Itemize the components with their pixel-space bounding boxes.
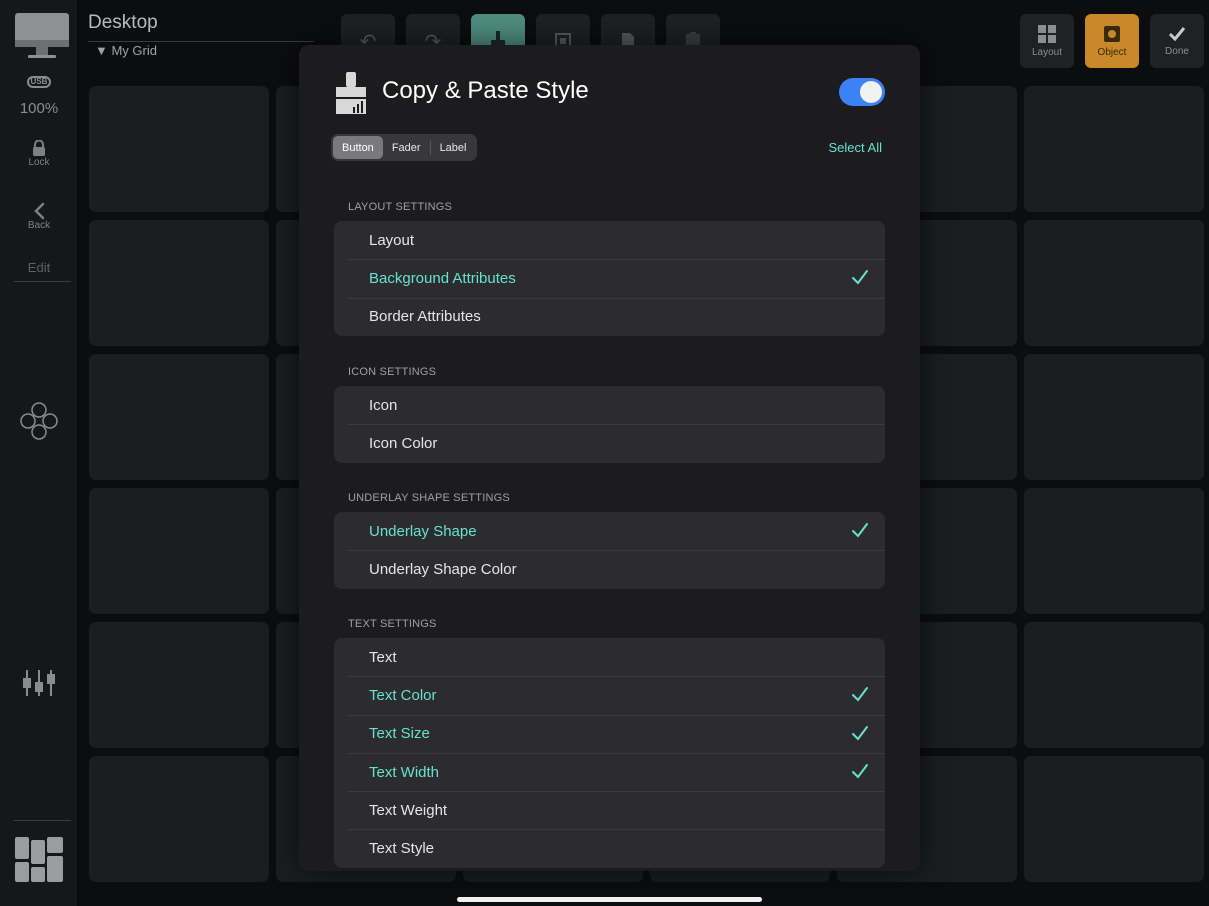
checkmark-icon xyxy=(852,270,868,285)
setting-label: Text Size xyxy=(369,725,430,743)
usb-icon: USB xyxy=(27,76,51,88)
setting-label: Text Style xyxy=(369,840,435,858)
settings-group: Text Text Color Text Size Text Width Text We… xyxy=(334,638,885,868)
grid-cell[interactable] xyxy=(89,488,269,614)
zoom-level: 100% xyxy=(19,100,59,117)
setting-row[interactable]: Text xyxy=(334,638,885,676)
section-header: ICON SETTINGS xyxy=(348,366,437,378)
left-sidebar: USB 100% Lock Back Edit xyxy=(0,0,78,906)
setting-label: Background Attributes xyxy=(369,269,516,287)
joystick-button[interactable] xyxy=(0,402,78,440)
done-label: Done xyxy=(1165,45,1189,57)
object-type-segmented-control: Button Fader Label xyxy=(331,134,478,161)
back-button[interactable]: Back xyxy=(0,202,78,231)
copy-paste-style-dialog: Copy & Paste Style Button Fader Label Se… xyxy=(299,45,920,871)
grid-cell[interactable] xyxy=(89,622,269,748)
grid-cell[interactable] xyxy=(1024,220,1204,346)
setting-label: Underlay Shape Color xyxy=(369,560,517,578)
setting-label: Layout xyxy=(369,231,415,249)
enable-toggle[interactable] xyxy=(839,78,885,106)
mixer-button[interactable] xyxy=(0,668,78,698)
setting-row[interactable]: Icon xyxy=(334,386,885,424)
setting-label: Underlay Shape xyxy=(369,522,477,540)
grid-cell[interactable] xyxy=(89,220,269,346)
title-underline xyxy=(88,41,314,42)
layout-label: Layout xyxy=(1031,46,1063,58)
setting-row[interactable]: Text Color xyxy=(334,676,885,714)
grid-icon xyxy=(1038,24,1056,43)
done-button[interactable]: Done xyxy=(1150,14,1204,68)
setting-row[interactable]: Border Attributes xyxy=(334,297,885,336)
select-all-button[interactable]: Select All xyxy=(829,140,882,155)
lock-label: Lock xyxy=(28,157,50,168)
toggle-knob xyxy=(860,81,882,103)
grid-switch-button[interactable] xyxy=(0,836,78,884)
setting-label: Text Color xyxy=(369,686,437,704)
grid-layout-icon xyxy=(15,837,63,882)
segment-label[interactable]: Label xyxy=(431,136,476,159)
grid-cell[interactable] xyxy=(89,86,269,212)
setting-row[interactable]: Text Style xyxy=(334,829,885,867)
object-button[interactable]: Object xyxy=(1085,14,1139,68)
grid-selector[interactable]: ▼ My Grid xyxy=(95,43,157,58)
dialog-title: Copy & Paste Style xyxy=(382,77,589,104)
setting-label: Text xyxy=(369,648,397,666)
section-header: TEXT SETTINGS xyxy=(348,618,437,630)
setting-row[interactable]: Background Attributes xyxy=(334,259,885,297)
chevron-left-icon xyxy=(34,202,45,220)
section-header: UNDERLAY SHAPE SETTINGS xyxy=(348,492,510,504)
faders-icon xyxy=(23,670,55,696)
layout-button[interactable]: Layout xyxy=(1020,14,1074,68)
setting-row[interactable]: Text Width xyxy=(334,752,885,791)
checkmark-icon xyxy=(852,725,868,741)
setting-label: Text Weight xyxy=(369,801,448,819)
page-title: Desktop xyxy=(88,12,158,33)
settings-group: Icon Icon Color xyxy=(334,386,885,463)
grid-cell[interactable] xyxy=(1024,86,1204,212)
section-header: LAYOUT SETTINGS xyxy=(348,201,453,213)
grid-cell[interactable] xyxy=(1024,622,1204,748)
edit-label[interactable]: Edit xyxy=(0,260,78,275)
dpad-icon xyxy=(20,402,58,440)
setting-row[interactable]: Text Weight xyxy=(334,791,885,829)
paint-brush-icon xyxy=(336,72,366,114)
object-icon xyxy=(1104,25,1120,42)
object-label: Object xyxy=(1097,46,1127,58)
divider xyxy=(14,281,71,282)
setting-label: Icon Color xyxy=(369,434,438,452)
lock-icon xyxy=(33,140,45,156)
grid-cell[interactable] xyxy=(1024,488,1204,614)
setting-row[interactable]: Layout xyxy=(334,221,885,259)
grid-cell[interactable] xyxy=(89,354,269,480)
divider xyxy=(14,820,71,821)
segment-button[interactable]: Button xyxy=(333,136,383,159)
checkmark-icon xyxy=(852,763,868,779)
setting-row[interactable]: Text Size xyxy=(334,714,885,753)
lock-button[interactable]: Lock xyxy=(0,140,78,168)
setting-label: Border Attributes xyxy=(369,308,481,326)
grid-cell[interactable] xyxy=(1024,354,1204,480)
setting-row[interactable]: Underlay Shape xyxy=(334,512,885,550)
usb-indicator: USB xyxy=(0,76,78,88)
monitor-icon[interactable] xyxy=(14,12,70,60)
checkmark-icon xyxy=(1168,26,1186,41)
settings-group: Layout Background Attributes Border Attrib… xyxy=(334,221,885,336)
setting-row[interactable]: Icon Color xyxy=(334,424,885,462)
settings-group: Underlay Shape Underlay Shape Color xyxy=(334,512,885,589)
home-indicator[interactable] xyxy=(457,897,762,902)
setting-label: Text Width xyxy=(369,763,440,781)
setting-label: Icon xyxy=(369,396,398,414)
back-label: Back xyxy=(27,220,51,231)
checkmark-icon xyxy=(852,523,868,538)
setting-row[interactable]: Underlay Shape Color xyxy=(334,550,885,588)
segment-fader[interactable]: Fader xyxy=(383,136,430,159)
grid-cell[interactable] xyxy=(1024,756,1204,882)
grid-cell[interactable] xyxy=(89,756,269,882)
checkmark-icon xyxy=(852,687,868,702)
